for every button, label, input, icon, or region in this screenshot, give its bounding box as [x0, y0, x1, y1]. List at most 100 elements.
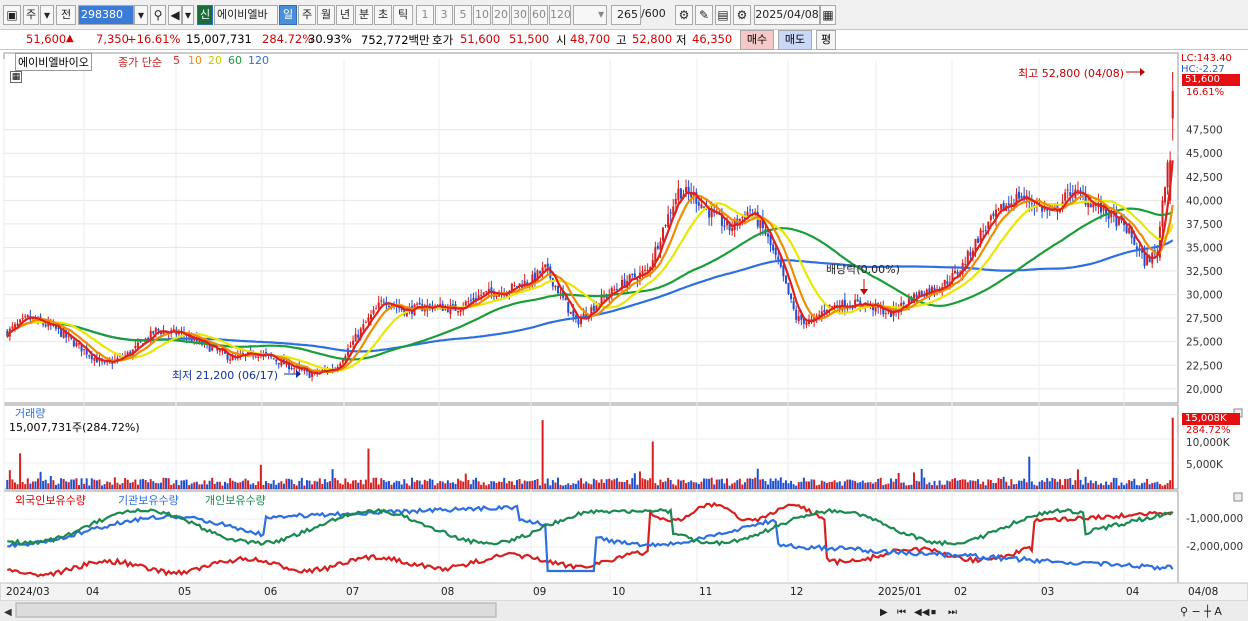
candle-body — [495, 295, 498, 298]
interval-3[interactable]: 3 — [435, 5, 453, 25]
stock-code-input[interactable]: 298380 — [78, 5, 134, 25]
volume-bar — [572, 483, 575, 489]
candle-body — [377, 302, 380, 308]
volume-bar — [610, 480, 613, 489]
code-dropdown-icon[interactable]: ▾ — [134, 5, 148, 25]
candle-body — [1030, 203, 1033, 205]
volume-bar — [444, 483, 447, 489]
settings-chart-icon[interactable]: ⚙ — [675, 5, 693, 25]
x-tick-label: 05 — [178, 586, 191, 598]
volume-bar — [513, 485, 516, 489]
candle-body — [772, 244, 775, 251]
volume-bar — [690, 480, 693, 489]
volume-bar — [1092, 483, 1095, 489]
candle-body — [564, 298, 567, 301]
candle-body — [44, 324, 47, 327]
volume-bar — [590, 484, 593, 489]
type-selector[interactable]: 주 — [23, 5, 39, 25]
nav-icon: ⏹ — [931, 607, 936, 618]
candle-body — [567, 301, 570, 313]
sell-button[interactable]: 매도 — [778, 30, 812, 50]
volume-bar — [605, 479, 608, 489]
calendar-icon[interactable]: ▦ — [820, 5, 836, 25]
candle-body — [467, 301, 470, 303]
volume-bar — [902, 482, 905, 489]
volume-bar — [667, 477, 670, 489]
interval-dropdown-icon[interactable]: ▾ — [594, 5, 608, 25]
buy-button[interactable]: 매수 — [740, 30, 774, 50]
x-tick-label: 04 — [86, 586, 100, 598]
signal-badge[interactable]: 신 — [197, 5, 213, 25]
volume-bar — [1076, 469, 1079, 489]
volume-bar — [848, 479, 851, 489]
volume-bar — [78, 485, 80, 489]
open-label: 시 — [556, 33, 567, 47]
volume-bar — [920, 468, 923, 489]
draw-tool-icon[interactable]: ✎ — [695, 5, 713, 25]
volume-bar — [339, 483, 342, 489]
chart-area[interactable]: 20,000 22,500 25,000 27,500 30,000 32,500 35,0… — [0, 51, 1248, 621]
volume-bar — [149, 479, 152, 489]
candle-body — [592, 305, 595, 311]
interval-1[interactable]: 1 — [416, 5, 434, 25]
volume-bar — [738, 478, 741, 489]
average-button[interactable]: 평 — [816, 30, 836, 50]
volume-bar — [375, 477, 378, 489]
volume-bar — [1015, 484, 1018, 489]
count-input[interactable]: 265 — [611, 5, 641, 25]
interval-30[interactable]: 30 — [511, 5, 529, 25]
interval-5[interactable]: 5 — [454, 5, 472, 25]
volume-bar — [157, 483, 160, 489]
period-minute-tab[interactable]: 분 — [355, 5, 373, 25]
volume-bar — [1002, 476, 1005, 489]
volume-bar — [1128, 480, 1131, 489]
volume-bar — [846, 479, 849, 489]
period-year-tab[interactable]: 년 — [336, 5, 354, 25]
volume-bar — [377, 484, 380, 489]
speaker-dropdown-icon[interactable]: ▾ — [182, 5, 194, 25]
period-second-tab[interactable]: 초 — [374, 5, 392, 25]
save-icon[interactable]: ▤ — [715, 5, 731, 25]
volume-bar — [67, 482, 70, 489]
candle-body — [551, 277, 554, 287]
chart-canvas[interactable]: 20,000 22,500 25,000 27,500 30,000 32,500 35,0… — [0, 51, 1248, 621]
period-tick-tab[interactable]: 틱 — [393, 5, 413, 25]
volume-bar — [1025, 482, 1028, 489]
volume-bar — [882, 485, 885, 489]
interval-120[interactable]: 120 — [549, 5, 571, 25]
candle-body — [277, 362, 280, 365]
volume-bar — [1107, 484, 1110, 489]
candle-body — [1125, 225, 1128, 233]
volume-bar — [1133, 478, 1136, 489]
volume-bar — [139, 479, 142, 489]
candle-body — [790, 293, 793, 299]
volume-bar — [877, 478, 880, 489]
volume-bar — [195, 481, 198, 489]
window-menu-icon[interactable]: ▣ — [3, 5, 21, 25]
interval-20[interactable]: 20 — [492, 5, 510, 25]
speaker-icon[interactable]: ◀ — [168, 5, 182, 25]
volume-bar — [720, 478, 723, 489]
volume-bar — [928, 482, 931, 489]
gear-icon[interactable]: ⚙ — [733, 5, 751, 25]
volume-bar — [147, 482, 150, 489]
volume-bar — [282, 483, 285, 489]
period-month-tab[interactable]: 월 — [317, 5, 335, 25]
volume-bar — [544, 483, 547, 489]
chevron-down-icon[interactable]: ▾ — [40, 5, 54, 25]
volume-bar — [790, 480, 793, 489]
volume-bar — [1100, 483, 1102, 489]
period-week-tab[interactable]: 주 — [298, 5, 316, 25]
volume-bar — [702, 478, 705, 489]
search-icon[interactable]: ⚲ — [150, 5, 166, 25]
interval-10[interactable]: 10 — [473, 5, 491, 25]
candle-body — [380, 300, 383, 302]
stock-name-field: 에이비엘바 — [214, 5, 278, 25]
interval-60[interactable]: 60 — [530, 5, 548, 25]
date-input[interactable]: 2025/04/08 — [754, 5, 820, 25]
period-day-tab[interactable]: 일 — [279, 5, 297, 25]
volume-bar — [93, 479, 96, 489]
grid-toggle-icon[interactable]: ▦ — [10, 71, 22, 83]
jeon-button[interactable]: 전 — [56, 5, 76, 25]
volume-bar — [1005, 481, 1008, 489]
